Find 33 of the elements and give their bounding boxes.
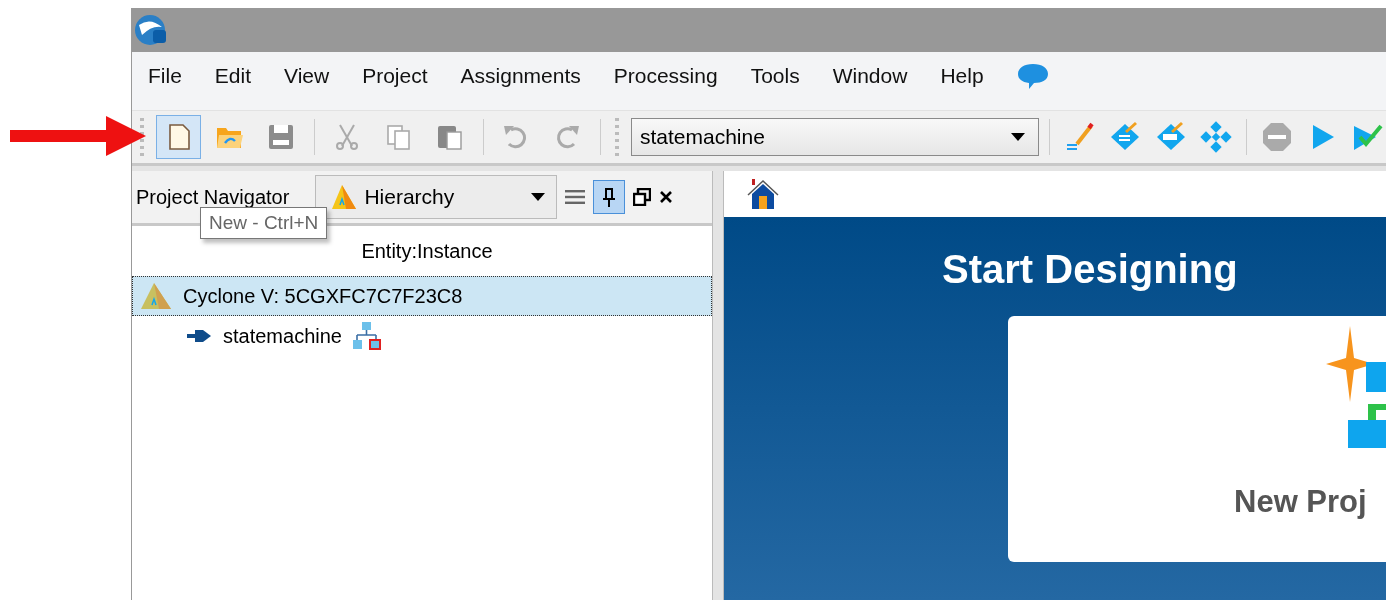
app-logo-icon bbox=[134, 13, 168, 47]
menu-item[interactable]: Edit bbox=[214, 64, 252, 88]
tree-row[interactable]: Cyclone V: 5CGXFC7C7F23C8 bbox=[132, 276, 712, 316]
menu-icon[interactable] bbox=[565, 189, 586, 205]
pin-button[interactable] bbox=[593, 180, 626, 214]
tree-row[interactable]: statemachine bbox=[132, 316, 712, 356]
chat-bubble-icon[interactable] bbox=[1016, 62, 1049, 90]
plug-icon bbox=[187, 328, 213, 344]
pin-icon bbox=[601, 186, 618, 208]
menu-item[interactable]: View bbox=[284, 64, 330, 88]
menu-item[interactable]: Assignments bbox=[460, 64, 581, 88]
menu-item[interactable]: Help bbox=[940, 64, 984, 88]
close-icon[interactable] bbox=[659, 190, 674, 204]
diamond-grid-icon bbox=[1199, 120, 1234, 154]
column-header: Entity:Instance bbox=[360, 238, 494, 264]
menu-item[interactable]: Window bbox=[832, 64, 908, 88]
pyramid-icon bbox=[330, 183, 359, 211]
pyramid-icon bbox=[139, 281, 173, 311]
menu-item[interactable]: Processing bbox=[613, 64, 718, 88]
start-heading: Start Designing bbox=[941, 247, 1239, 292]
panel-title: Project Navigator bbox=[136, 185, 290, 209]
restore-icon[interactable] bbox=[633, 188, 652, 206]
menu-item[interactable]: Tools bbox=[750, 64, 800, 88]
tooltip: New - Ctrl+N bbox=[200, 207, 328, 239]
new-project-card[interactable]: New Proj bbox=[1008, 316, 1386, 562]
entity-dropdown[interactable]: statemachine bbox=[630, 118, 1040, 156]
hierarchy-icon bbox=[351, 321, 382, 351]
caret-icon bbox=[1010, 132, 1027, 142]
caret-icon bbox=[530, 192, 547, 202]
home-icon[interactable] bbox=[746, 177, 780, 211]
menu-item[interactable]: Project bbox=[362, 64, 428, 88]
new-file-button[interactable] bbox=[155, 115, 202, 159]
menu-item[interactable]: File bbox=[148, 64, 182, 88]
